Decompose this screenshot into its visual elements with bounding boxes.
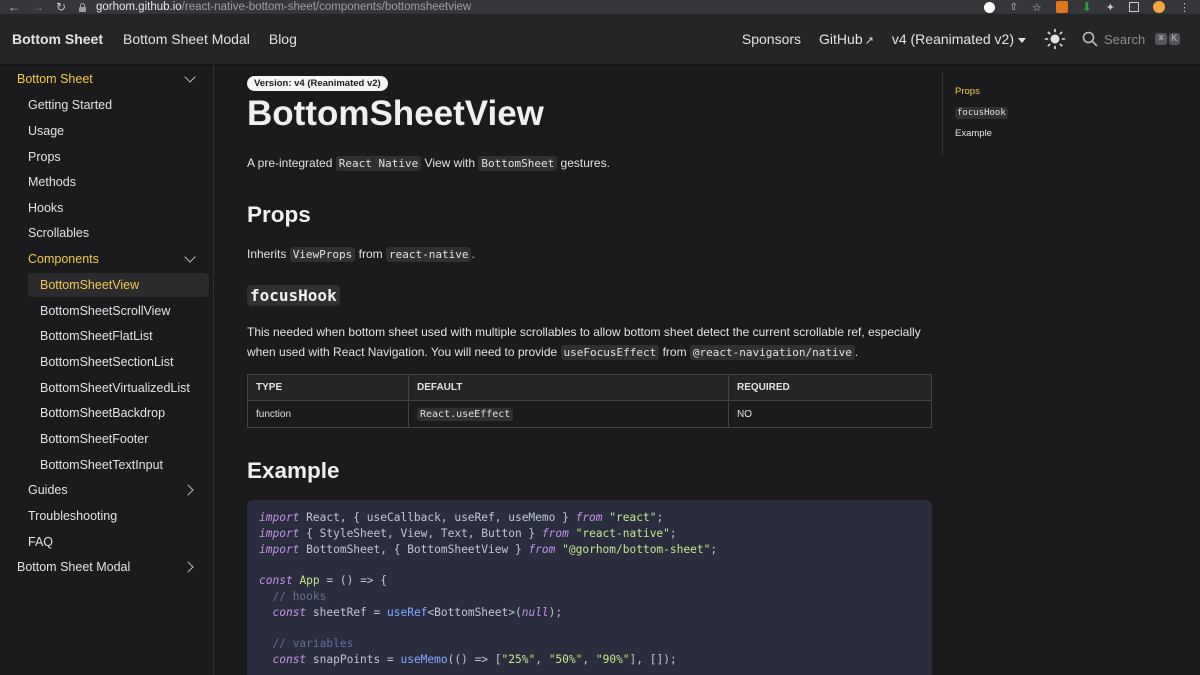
inherits-text-pre: Inherits	[247, 247, 290, 261]
table-header-default: DEFAULT	[409, 375, 729, 400]
focushook-desc-line1: This needed when bottom sheet used with …	[247, 325, 921, 339]
table-header-type: TYPE	[248, 375, 409, 400]
reload-icon[interactable]: ↻	[56, 0, 66, 14]
kbd-k: K	[1168, 33, 1181, 45]
search-button[interactable]: Search ⌘ K	[1082, 25, 1190, 53]
theme-toggle-sun-icon[interactable]	[1044, 28, 1066, 50]
metamask-extension-icon[interactable]	[1055, 1, 1068, 13]
docs-sidebar: Bottom Sheet Getting Started Usage Props…	[0, 64, 214, 675]
props-heading: Props	[247, 202, 311, 227]
url-host: gorhom.github.io	[96, 1, 182, 13]
intro-text-post: gestures.	[557, 156, 610, 170]
props-table: TYPE DEFAULT REQUIRED function React.use…	[247, 374, 932, 428]
table-cell-required: NO	[737, 408, 752, 420]
site-navbar: Bottom Sheet Bottom Sheet Modal Blog Spo…	[0, 14, 1200, 64]
focushook-desc-post: .	[854, 345, 859, 359]
table-header-row: TYPE DEFAULT REQUIRED	[248, 375, 931, 401]
intro-code-react-native: React Native	[335, 156, 422, 171]
sidebar-item-bottomsheetvirtualizedlist[interactable]: BottomSheetVirtualizedList	[40, 377, 190, 399]
focushook-heading: focusHook	[247, 285, 340, 306]
example-code-block[interactable]: import React, { useCallback, useRef, use…	[247, 500, 932, 675]
sidebar-item-bottomsheetflatlist[interactable]: BottomSheetFlatList	[40, 325, 153, 347]
sidebar-item-bottomsheetfooter[interactable]: BottomSheetFooter	[40, 428, 148, 450]
address-bar[interactable]: gorhom.github.io /react-native-bottom-sh…	[78, 0, 1053, 14]
sidebar-item-methods[interactable]: Methods	[28, 171, 76, 193]
focushook-desc-mid: from	[659, 345, 690, 359]
search-label: Search	[1104, 31, 1146, 47]
table-header-required: REQUIRED	[737, 382, 790, 393]
search-icon	[1082, 31, 1098, 47]
sidepanel-icon[interactable]	[1129, 2, 1139, 12]
toc-item-props[interactable]: Props	[955, 86, 980, 97]
focushook-desc-line2: when used with React Navigation. You wil…	[247, 345, 561, 359]
table-row: function React.useEffect NO	[248, 401, 931, 427]
sidebar-item-bottomsheetsectionlist[interactable]: BottomSheetSectionList	[40, 351, 173, 373]
sidebar-item-bottom-sheet[interactable]: Bottom Sheet	[17, 68, 93, 90]
caret-down-icon	[1018, 37, 1026, 43]
share-icon[interactable]: ⇧	[1009, 2, 1017, 13]
intro-text-mid: View with	[421, 156, 479, 170]
inherits-text-post: .	[471, 247, 475, 261]
lock-icon	[78, 2, 86, 12]
sidebar-item-faq[interactable]: FAQ	[28, 531, 53, 553]
intro-code-bottomsheet: BottomSheet	[478, 156, 558, 171]
sidebar-item-bottom-sheet-modal[interactable]: Bottom Sheet Modal	[17, 556, 130, 578]
toc-item-focushook-code: focusHook	[955, 107, 1008, 119]
sidebar-item-guides[interactable]: Guides	[28, 479, 68, 501]
sidebar-item-bottomsheetbackdrop[interactable]: BottomSheetBackdrop	[40, 402, 165, 424]
external-link-icon: ↗	[864, 35, 874, 47]
table-cell-type: function	[248, 401, 409, 427]
nav-bottom-sheet-modal[interactable]: Bottom Sheet Modal	[123, 31, 250, 47]
example-heading: Example	[247, 458, 340, 483]
download-extension-icon[interactable]: ⬇	[1082, 0, 1092, 14]
kbd-cmd: ⌘	[1155, 33, 1167, 45]
sidebar-item-bottomsheetview[interactable]: BottomSheetView	[40, 274, 139, 296]
focushook-code-react-navigation: @react-navigation/native	[689, 345, 855, 360]
nav-github[interactable]: GitHub ↗	[819, 31, 874, 47]
chevron-down-icon[interactable]	[184, 251, 196, 263]
inherits-code-viewprops: ViewProps	[289, 247, 356, 262]
page-title: BottomSheetView	[247, 94, 544, 133]
browser-toolbar: ← → ↻ gorhom.github.io /react-native-bot…	[0, 0, 1200, 14]
forward-icon[interactable]: →	[32, 0, 44, 14]
sidebar-item-troubleshooting[interactable]: Troubleshooting	[28, 505, 117, 527]
back-icon[interactable]: ←	[8, 0, 20, 14]
profile-avatar-icon[interactable]	[1153, 1, 1165, 13]
table-cell-default-code: React.useEffect	[417, 407, 514, 421]
menu-kebab-icon[interactable]: ⋮	[1179, 1, 1190, 14]
sidebar-item-getting-started[interactable]: Getting Started	[28, 94, 112, 116]
toc-item-example[interactable]: Example	[955, 128, 992, 139]
sidebar-item-props[interactable]: Props	[28, 146, 61, 168]
url-path: /react-native-bottom-sheet/components/bo…	[181, 1, 472, 13]
sidebar-item-usage[interactable]: Usage	[28, 120, 64, 142]
sidebar-item-bottomsheettextinput[interactable]: BottomSheetTextInput	[40, 454, 163, 476]
version-badge: Version: v4 (Reanimated v2)	[247, 76, 388, 91]
focushook-description: This needed when bottom sheet used with …	[247, 322, 937, 363]
sidebar-item-components[interactable]: Components	[28, 248, 99, 270]
table-of-contents: Props focusHook Example	[942, 72, 1142, 156]
inherits-code-react-native: react-native	[385, 247, 472, 262]
chevron-down-icon[interactable]	[184, 71, 196, 83]
inherits-paragraph: Inherits ViewProps from react-native.	[247, 244, 937, 265]
intro-text-pre: A pre-integrated	[247, 156, 336, 170]
table-cell-default: React.useEffect	[409, 401, 729, 427]
chevron-right-icon[interactable]	[182, 561, 194, 573]
toc-item-focushook[interactable]: focusHook	[955, 107, 1008, 119]
chevron-right-icon[interactable]	[182, 484, 194, 496]
puzzle-extensions-icon[interactable]: ✦	[1106, 1, 1115, 14]
nav-github-label: GitHub	[819, 31, 863, 47]
sidebar-item-scrollables[interactable]: Scrollables	[28, 222, 89, 244]
version-label: v4 (Reanimated v2)	[891, 31, 1014, 47]
nav-sponsors[interactable]: Sponsors	[742, 31, 801, 47]
bookmark-star-icon[interactable]: ☆	[1032, 1, 1042, 14]
focushook-code-usefocuseffect: useFocusEffect	[560, 345, 660, 360]
google-icon[interactable]	[984, 1, 996, 13]
intro-paragraph: A pre-integrated React Native View with …	[247, 153, 937, 174]
brand-link[interactable]: Bottom Sheet	[12, 31, 103, 47]
sidebar-item-hooks[interactable]: Hooks	[28, 197, 63, 219]
nav-blog[interactable]: Blog	[269, 31, 297, 47]
inherits-text-mid: from	[355, 247, 386, 261]
sidebar-item-bottomsheetscrollview[interactable]: BottomSheetScrollView	[40, 300, 170, 322]
version-dropdown[interactable]: v4 (Reanimated v2)	[892, 31, 1026, 47]
